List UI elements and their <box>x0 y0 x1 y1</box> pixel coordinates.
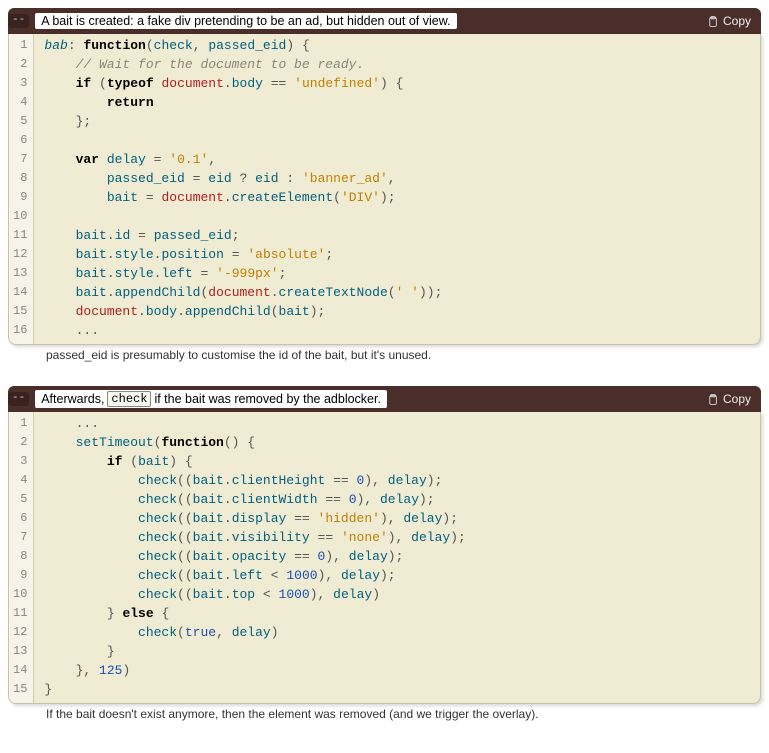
line-number: 4 <box>13 93 27 112</box>
code-line: check((bait.left < 1000), delay); <box>44 566 752 585</box>
line-number: 3 <box>13 74 27 93</box>
copy-button[interactable]: Copy <box>702 14 755 28</box>
code-line: check((bait.clientHeight == 0), delay); <box>44 471 752 490</box>
code-area: 12345678910111213141516bab: function(che… <box>8 34 761 345</box>
caption-text: Afterwards, <box>41 392 104 406</box>
code-line: bait.id = passed_eid; <box>44 226 752 245</box>
caption-text: A bait is created: a fake div pretending… <box>41 14 450 28</box>
code-line: } else { <box>44 604 752 623</box>
line-number: 9 <box>13 566 27 585</box>
clipboard-icon <box>706 393 719 406</box>
code-line: document.body.appendChild(bait); <box>44 302 752 321</box>
code-line: bait.style.left = '-999px'; <box>44 264 752 283</box>
line-number: 1 <box>13 414 27 433</box>
collapse-button[interactable]: -- <box>8 392 29 406</box>
code-line: } <box>44 642 752 661</box>
code-line: }, 125) <box>44 661 752 680</box>
code-area: 123456789101112131415 ... setTimeout(fun… <box>8 412 761 704</box>
line-number: 5 <box>13 112 27 131</box>
line-number-gutter: 12345678910111213141516 <box>9 34 34 344</box>
line-number: 13 <box>13 642 27 661</box>
code-line: check((bait.opacity == 0), delay); <box>44 547 752 566</box>
code-line: check((bait.clientWidth == 0), delay); <box>44 490 752 509</box>
code-line: check((bait.display == 'hidden'), delay)… <box>44 509 752 528</box>
code-line: passed_eid = eid ? eid : 'banner_ad', <box>44 169 752 188</box>
code-line: // Wait for the document to be ready. <box>44 55 752 74</box>
line-number: 7 <box>13 150 27 169</box>
copy-button-label: Copy <box>723 392 751 406</box>
code-line: ... <box>44 321 752 340</box>
copy-button[interactable]: Copy <box>702 392 755 406</box>
code-content[interactable]: ... setTimeout(function() { if (bait) { … <box>34 412 760 703</box>
line-number: 11 <box>13 604 27 623</box>
line-number: 14 <box>13 283 27 302</box>
code-block-footnote: If the bait doesn't exist anymore, then … <box>8 704 761 721</box>
code-line: check((bait.top < 1000), delay) <box>44 585 752 604</box>
code-line: bait = document.createElement('DIV'); <box>44 188 752 207</box>
code-line: setTimeout(function() { <box>44 433 752 452</box>
code-line <box>44 131 752 150</box>
code-line: } <box>44 680 752 699</box>
code-block-header: -- A bait is created: a fake div pretendi… <box>8 8 761 34</box>
line-number: 14 <box>13 661 27 680</box>
line-number: 13 <box>13 264 27 283</box>
line-number: 12 <box>13 623 27 642</box>
code-block-caption: A bait is created: a fake div pretending… <box>35 13 456 29</box>
line-number-gutter: 123456789101112131415 <box>9 412 34 703</box>
line-number: 10 <box>13 207 27 226</box>
line-number: 8 <box>13 547 27 566</box>
code-line: if (bait) { <box>44 452 752 471</box>
collapse-button[interactable]: -- <box>8 14 29 28</box>
code-block: -- A bait is created: a fake div pretendi… <box>8 8 761 362</box>
line-number: 7 <box>13 528 27 547</box>
code-block-header: -- Afterwards, check if the bait was remo… <box>8 386 761 412</box>
code-block-footnote: passed_eid is presumably to customise th… <box>8 345 761 362</box>
code-line: return <box>44 93 752 112</box>
code-content[interactable]: bab: function(check, passed_eid) { // Wa… <box>34 34 760 344</box>
line-number: 10 <box>13 585 27 604</box>
code-line: bait.appendChild(document.createTextNode… <box>44 283 752 302</box>
code-line: check(true, delay) <box>44 623 752 642</box>
caption-text: if the bait was removed by the adblocker… <box>154 392 381 406</box>
line-number: 3 <box>13 452 27 471</box>
line-number: 8 <box>13 169 27 188</box>
copy-button-label: Copy <box>723 14 751 28</box>
line-number: 12 <box>13 245 27 264</box>
line-number: 2 <box>13 433 27 452</box>
caption-inline-code: check <box>107 391 151 407</box>
line-number: 2 <box>13 55 27 74</box>
code-line: if (typeof document.body == 'undefined')… <box>44 74 752 93</box>
code-block: -- Afterwards, check if the bait was remo… <box>8 386 761 721</box>
code-line: ... <box>44 414 752 433</box>
code-line: bait.style.position = 'absolute'; <box>44 245 752 264</box>
line-number: 6 <box>13 509 27 528</box>
line-number: 1 <box>13 36 27 55</box>
line-number: 4 <box>13 471 27 490</box>
code-line: var delay = '0.1', <box>44 150 752 169</box>
code-block-caption: Afterwards, check if the bait was remove… <box>35 390 387 408</box>
line-number: 15 <box>13 680 27 699</box>
clipboard-icon <box>706 15 719 28</box>
line-number: 16 <box>13 321 27 340</box>
line-number: 6 <box>13 131 27 150</box>
line-number: 5 <box>13 490 27 509</box>
line-number: 15 <box>13 302 27 321</box>
line-number: 9 <box>13 188 27 207</box>
code-line: check((bait.visibility == 'none'), delay… <box>44 528 752 547</box>
code-line <box>44 207 752 226</box>
code-line: }; <box>44 112 752 131</box>
code-line: bab: function(check, passed_eid) { <box>44 36 752 55</box>
line-number: 11 <box>13 226 27 245</box>
